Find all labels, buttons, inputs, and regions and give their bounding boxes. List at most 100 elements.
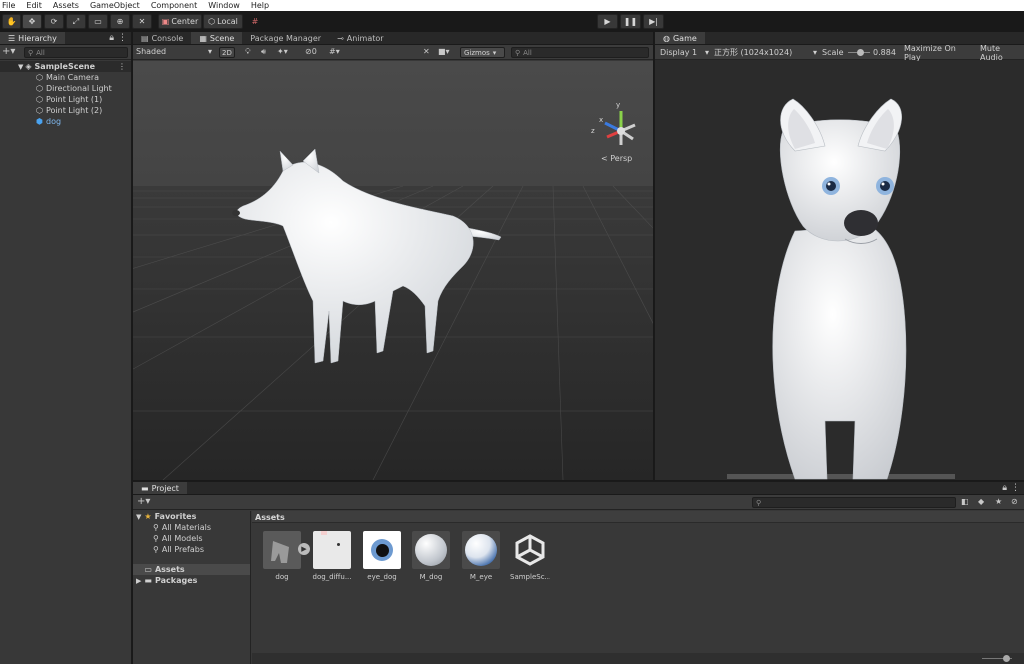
folder-icon: ▬ bbox=[144, 576, 152, 585]
kebab-menu-icon[interactable]: ⋮ bbox=[118, 33, 127, 43]
rect-tool-button[interactable]: ▭ bbox=[88, 14, 108, 29]
hierarchy-item-directional-light[interactable]: ⬡ Directional Light bbox=[0, 83, 131, 94]
scene-menu-icon[interactable]: ⋮ bbox=[118, 62, 126, 71]
tab-scene[interactable]: ▦ Scene bbox=[191, 32, 243, 44]
pivot-local-button[interactable]: ⬡ Local bbox=[203, 14, 243, 29]
asset-dog-diffuse[interactable]: dog_diffu... bbox=[312, 531, 352, 581]
tab-game[interactable]: ◍ Game bbox=[655, 32, 705, 44]
step-button[interactable]: ▶| bbox=[643, 14, 664, 29]
asset-sample-scene[interactable]: SampleSc... bbox=[510, 531, 550, 581]
kebab-menu-icon[interactable]: ⋮ bbox=[1011, 483, 1020, 493]
menu-bar: File Edit Assets GameObject Component Wi… bbox=[0, 0, 1024, 11]
tab-package-manager[interactable]: Package Manager bbox=[242, 32, 329, 44]
hidden-objects-icon[interactable]: ⊘0 bbox=[305, 47, 317, 56]
hierarchy-panel: ☰ Hierarchy 🔒︎ ⋮ +▾ ⚲ All ▼ ◈ SampleScene … bbox=[0, 32, 132, 664]
shading-mode-dropdown[interactable]: Shaded ▾ bbox=[133, 46, 215, 57]
lock-icon[interactable]: 🔒︎ bbox=[109, 33, 114, 43]
pivot-center-button[interactable]: ▣ Center bbox=[158, 14, 202, 29]
filter-by-type-icon[interactable]: ◧ bbox=[961, 497, 969, 506]
grid-snap-button[interactable]: # bbox=[247, 14, 263, 29]
gizmo-x-label: x bbox=[599, 116, 603, 124]
breadcrumb-assets[interactable]: Assets bbox=[255, 513, 285, 522]
lock-icon[interactable]: 🔒︎ bbox=[1002, 483, 1007, 493]
lighting-icon[interactable]: 💡︎ bbox=[245, 47, 251, 57]
hierarchy-item-label: Point Light (1) bbox=[45, 95, 103, 104]
menu-edit[interactable]: Edit bbox=[26, 1, 42, 10]
scene-name: SampleScene bbox=[34, 62, 95, 71]
game-viewport[interactable] bbox=[655, 61, 1024, 480]
favorite-all-prefabs[interactable]: ⚲ All Prefabs bbox=[133, 544, 250, 555]
project-search-input[interactable]: ⚲ bbox=[752, 497, 956, 508]
gameobject-icon: ⬡ bbox=[36, 95, 43, 104]
favorite-all-models[interactable]: ⚲ All Models bbox=[133, 533, 250, 544]
favorite-label: All Prefabs bbox=[161, 545, 205, 554]
grid-icon[interactable]: #▾ bbox=[329, 47, 340, 56]
filter-by-label-icon[interactable]: ◆ bbox=[978, 497, 984, 506]
menu-gameobject[interactable]: GameObject bbox=[90, 1, 140, 10]
hidden-packages-icon[interactable]: ⊘ bbox=[1011, 497, 1018, 506]
pause-button[interactable]: ❚❚ bbox=[620, 14, 641, 29]
hierarchy-item-dog[interactable]: ⬢ dog bbox=[0, 116, 131, 127]
hierarchy-item-point-light-2[interactable]: ⬡ Point Light (2) bbox=[0, 105, 131, 116]
transform-icon: ⊕ bbox=[116, 17, 124, 26]
add-icon[interactable]: +▾ bbox=[137, 496, 150, 507]
scale-slider-handle[interactable] bbox=[856, 49, 864, 56]
hierarchy-search-input[interactable]: ⚲ All bbox=[24, 47, 128, 58]
tab-project[interactable]: ▬ Project bbox=[133, 482, 187, 494]
menu-help[interactable]: Help bbox=[251, 1, 269, 10]
move-tool-button[interactable]: ✥ bbox=[22, 14, 42, 29]
menu-assets[interactable]: Assets bbox=[53, 1, 79, 10]
tab-console[interactable]: ▤ Console bbox=[133, 32, 191, 44]
resolution-dropdown[interactable]: 正方形 (1024x1024) ▾ bbox=[711, 47, 817, 58]
menu-window[interactable]: Window bbox=[208, 1, 240, 10]
favorite-label: All Models bbox=[161, 534, 203, 543]
folder-assets[interactable]: ▶ ▭ Assets bbox=[133, 564, 250, 575]
play-button[interactable]: ▶ bbox=[597, 14, 618, 29]
favorite-icon[interactable]: ★ bbox=[995, 497, 1002, 506]
thumbnail-size-handle[interactable] bbox=[1003, 655, 1010, 662]
asset-eye-dog[interactable]: eye_dog bbox=[362, 531, 402, 581]
rotate-tool-button[interactable]: ⟳ bbox=[44, 14, 64, 29]
scale-tool-button[interactable]: ⤢ bbox=[66, 14, 86, 29]
mute-audio-toggle[interactable]: Mute Audio bbox=[977, 44, 1024, 62]
add-icon[interactable]: +▾ bbox=[2, 46, 15, 57]
menu-file[interactable]: File bbox=[2, 1, 15, 10]
search-icon: ⚲ bbox=[153, 523, 159, 532]
scene-row[interactable]: ▼ ◈ SampleScene ⋮ bbox=[0, 61, 131, 72]
camera-icon[interactable]: ■▾ bbox=[438, 47, 450, 56]
hierarchy-item-main-camera[interactable]: ⬡ Main Camera bbox=[0, 72, 131, 83]
asset-m-eye[interactable]: M_eye bbox=[461, 531, 501, 581]
transform-tool-button[interactable]: ⊕ bbox=[110, 14, 130, 29]
2d-toggle[interactable]: 2D bbox=[219, 47, 235, 58]
folder-packages[interactable]: ▶ ▬ Packages bbox=[133, 575, 250, 586]
hierarchy-item-point-light-1[interactable]: ⬡ Point Light (1) bbox=[0, 94, 131, 105]
gizmo-y-label: y bbox=[616, 101, 620, 109]
game-panel: ◍ Game Display 1 ▾ 正方形 (1024x1024) ▾ Scale … bbox=[654, 32, 1024, 480]
tab-animator[interactable]: ⊸ Animator bbox=[329, 32, 391, 44]
tab-hierarchy[interactable]: ☰ Hierarchy bbox=[0, 32, 65, 44]
gameobject-icon: ⬡ bbox=[36, 73, 43, 82]
rect-icon: ▭ bbox=[94, 17, 102, 26]
maximize-on-play-toggle[interactable]: Maximize On Play bbox=[901, 44, 975, 62]
persp-label[interactable]: < Persp bbox=[601, 154, 632, 163]
favorites-header[interactable]: ▼ ★ Favorites bbox=[133, 511, 250, 522]
scene-viewport[interactable]: y x z < Persp bbox=[133, 61, 653, 480]
eye-texture-thumbnail bbox=[363, 531, 401, 569]
hidden-count: 0 bbox=[311, 47, 317, 56]
gizmos-dropdown[interactable]: Gizmos ▾ bbox=[460, 47, 505, 58]
custom-tool-button[interactable]: ✕ bbox=[132, 14, 152, 29]
tools-icon[interactable]: ✕ bbox=[423, 47, 430, 56]
favorite-all-materials[interactable]: ⚲ All Materials bbox=[133, 522, 250, 533]
asset-dog-model[interactable]: ▶ dog bbox=[262, 531, 310, 581]
scene-search-input[interactable]: ⚲ All bbox=[511, 47, 649, 58]
open-folder-icon: ▭ bbox=[144, 565, 152, 574]
hand-tool-button[interactable]: ✋ bbox=[2, 14, 21, 29]
display-dropdown[interactable]: Display 1 ▾ bbox=[657, 47, 709, 58]
effects-icon[interactable]: ✦▾ bbox=[277, 47, 288, 56]
audio-icon[interactable]: 🔊︎ bbox=[261, 47, 266, 57]
hierarchy-tabbar: ☰ Hierarchy 🔒︎ ⋮ bbox=[0, 32, 131, 45]
asset-m-dog[interactable]: M_dog bbox=[411, 531, 451, 581]
expand-arrow-icon[interactable]: ▶ bbox=[298, 543, 310, 555]
menu-component[interactable]: Component bbox=[151, 1, 197, 10]
hierarchy-searchbar: +▾ ⚲ All bbox=[0, 45, 131, 60]
